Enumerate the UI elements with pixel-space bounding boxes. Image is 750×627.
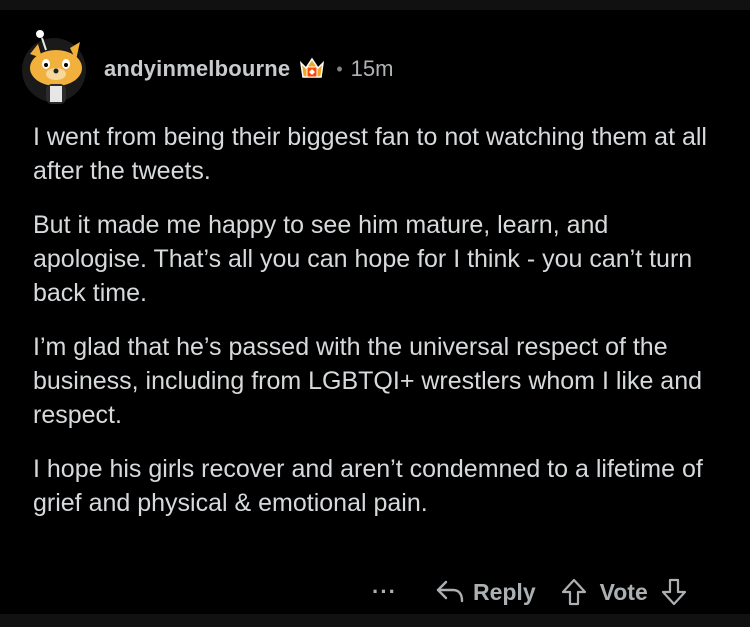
downvote-arrow-icon [661, 578, 686, 606]
downvote-button[interactable] [660, 578, 688, 606]
comment-header: andyinmelbourne • 15m [104, 54, 393, 84]
comment-body: I went from being their biggest fan to n… [33, 120, 723, 540]
separator-dot: • [336, 58, 343, 79]
comment-paragraph: I hope his girls recover and aren’t cond… [33, 455, 703, 517]
upvote-arrow-icon [561, 578, 586, 606]
comment-card: andyinmelbourne • 15m I went from being … [0, 10, 750, 614]
comment-paragraph: I’m glad that he’s passed with the unive… [33, 333, 703, 429]
comment-timestamp: 15m [350, 56, 394, 81]
comment-paragraph: I went from being their biggest fan to n… [33, 123, 707, 185]
reply-label: Reply [472, 578, 536, 605]
vote-label: Vote [599, 578, 648, 605]
user-avatar[interactable] [22, 30, 86, 104]
reply-arrow-icon [436, 580, 464, 603]
top-divider [0, 0, 750, 10]
reply-button[interactable]: Reply [435, 579, 536, 606]
achievement-crown-icon[interactable] [298, 55, 326, 83]
username-link[interactable]: andyinmelbourne [104, 56, 290, 82]
comment-paragraph: But it made me happy to see him mature, … [33, 211, 693, 307]
snoo-avatar-icon [30, 30, 82, 104]
comment-actions: ··· Reply Vote [372, 572, 688, 612]
upvote-button[interactable] [560, 578, 600, 606]
bottom-divider [0, 614, 750, 627]
more-options-button[interactable]: ··· [372, 579, 397, 605]
